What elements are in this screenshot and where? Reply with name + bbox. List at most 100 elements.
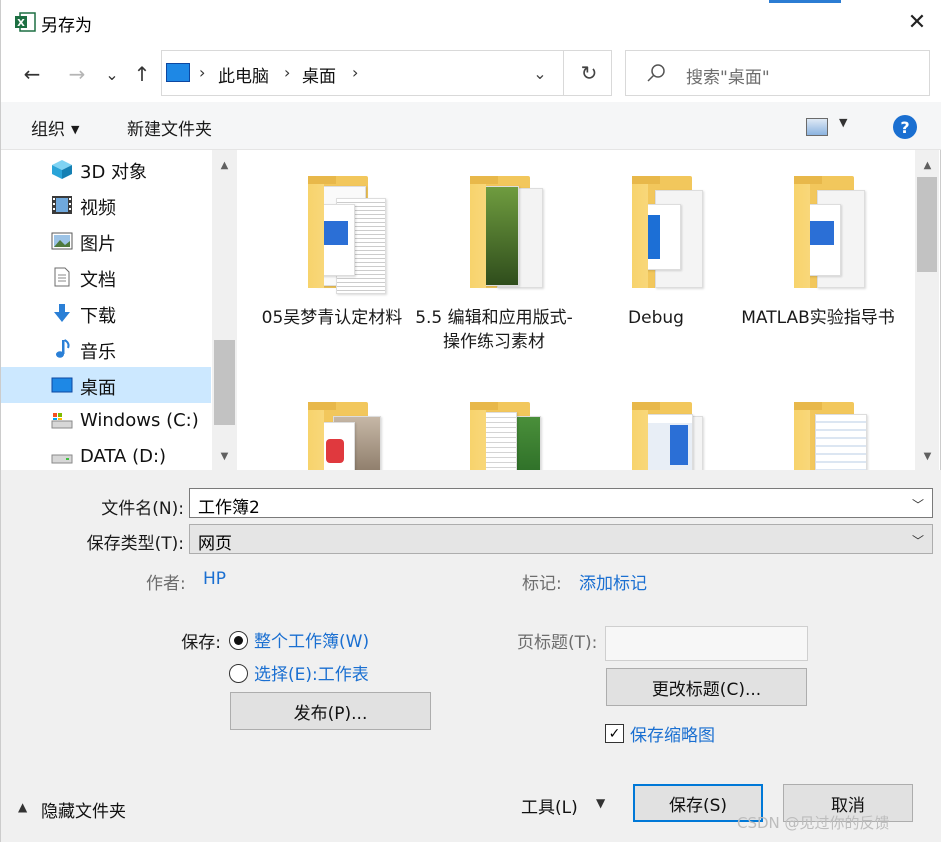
sidebar-item-label: 音乐	[80, 342, 116, 363]
back-button[interactable]: ←	[18, 60, 46, 88]
filename-value[interactable]: 工作簿2	[198, 498, 260, 518]
thumbnail-checkbox[interactable]: ✓	[605, 724, 624, 743]
page-title-label: 页标题(T):	[517, 633, 598, 653]
sidebar-item-label: DATA (D:)	[80, 446, 167, 467]
view-options-icon[interactable]	[806, 118, 828, 136]
tools-menu[interactable]: 工具(L)	[521, 793, 578, 818]
forward-button[interactable]: →	[63, 60, 91, 88]
pictures-icon	[51, 232, 73, 250]
chevron-right-icon[interactable]: ›	[284, 63, 290, 82]
file-item[interactable]	[413, 376, 575, 470]
close-button[interactable]: ✕	[892, 0, 941, 44]
chevron-right-icon[interactable]: ›	[352, 63, 358, 82]
breadcrumb-this-pc[interactable]: 此电脑	[218, 62, 269, 87]
sidebar-item-desktop[interactable]: 桌面	[1, 367, 211, 403]
folder-icon	[615, 402, 703, 470]
author-value[interactable]: HP	[203, 569, 226, 589]
window-title: 另存为	[41, 16, 92, 36]
organize-label: 组织	[31, 120, 65, 140]
sidebar-item-label: 3D 对象	[80, 162, 148, 183]
file-item[interactable]: Debug	[575, 150, 737, 390]
caret-down-icon[interactable]: ▼	[839, 116, 847, 129]
scroll-down-icon[interactable]: ▼	[919, 448, 936, 465]
selection-label[interactable]: 选择(E):工作表	[254, 660, 369, 685]
refresh-button[interactable]: ↻	[573, 59, 605, 87]
scroll-down-icon[interactable]: ▼	[216, 448, 233, 465]
file-item[interactable]	[575, 376, 737, 470]
change-title-button[interactable]: 更改标题(C)...	[606, 668, 807, 706]
sidebar-item-downloads[interactable]: 下载	[1, 295, 211, 331]
save-scope-label: 保存:	[181, 633, 221, 653]
folder-icon	[291, 176, 386, 296]
chevron-up-icon[interactable]: ▲	[18, 800, 27, 814]
filename-field[interactable]: 工作簿2 ﹀	[189, 488, 933, 518]
help-icon[interactable]: ?	[893, 115, 917, 139]
sidebar-item-videos[interactable]: 视频	[1, 187, 211, 223]
recent-locations-button[interactable]: ⌄	[98, 60, 126, 88]
breadcrumb-desktop[interactable]: 桌面	[302, 62, 336, 87]
publish-button[interactable]: 发布(P)...	[230, 692, 431, 730]
entire-workbook-label[interactable]: 整个工作簿(W)	[254, 627, 369, 652]
address-bar[interactable]: › 此电脑 › 桌面 › ⌄ ↻	[161, 50, 612, 96]
sidebar-scrollbar[interactable]: ▲ ▼	[212, 150, 237, 470]
save-options-panel: 文件名(N): 工作簿2 ﹀ 保存类型(T): 网页 ﹀ 作者: HP 标记: …	[1, 470, 941, 842]
file-name: Debug	[628, 308, 684, 328]
search-input[interactable]: 搜索"桌面"	[686, 63, 770, 88]
organize-menu[interactable]: 组织 ▼	[31, 115, 79, 140]
add-tags-link[interactable]: 添加标记	[579, 569, 647, 594]
entire-workbook-radio[interactable]	[229, 631, 248, 650]
file-item[interactable]: MATLAB实验指导书	[737, 150, 899, 390]
filetype-label: 保存类型(T):	[86, 534, 184, 554]
sidebar-item-3d-objects[interactable]: 3D 对象	[1, 151, 211, 187]
drive-icon	[51, 454, 73, 464]
caret-down-icon[interactable]: ▼	[596, 796, 605, 810]
sidebar-item-music[interactable]: 音乐	[1, 331, 211, 367]
svg-text:X: X	[17, 18, 25, 29]
save-as-dialog: X 另存为 ✕ ← → ⌄ ↑ › 此电脑 › 桌面 › ⌄ ↻ 搜索"桌面"	[0, 0, 941, 842]
chevron-right-icon[interactable]: ›	[199, 63, 205, 82]
file-item[interactable]	[251, 376, 413, 470]
title-bar: X 另存为 ✕	[1, 0, 941, 44]
this-pc-icon	[166, 63, 190, 82]
sidebar-item-label: 视频	[80, 198, 116, 219]
scroll-up-icon[interactable]: ▲	[919, 157, 936, 174]
thumbnail-label[interactable]: 保存缩略图	[630, 721, 715, 746]
sidebar-item-drive-c[interactable]: Windows (C:)	[1, 403, 211, 439]
filetype-value: 网页	[198, 534, 232, 554]
address-divider	[563, 51, 564, 95]
excel-icon: X	[15, 12, 36, 32]
drive-icon	[51, 413, 73, 429]
file-list-scrollbar[interactable]: ▲ ▼	[915, 150, 939, 470]
chevron-down-icon[interactable]: ﹀	[912, 532, 924, 549]
sidebar-item-drive-d[interactable]: DATA (D:)	[1, 439, 211, 470]
file-item[interactable]: 05吴梦青认定材料	[251, 150, 413, 390]
sidebar-item-pictures[interactable]: 图片	[1, 223, 211, 259]
folder-icon	[453, 402, 541, 470]
address-dropdown-icon[interactable]: ⌄	[527, 59, 553, 87]
file-list: 05吴梦青认定材料 5.5 编辑和应用版式-操作练习素材 Debug MATLA…	[239, 150, 915, 470]
music-icon	[56, 339, 70, 358]
caret-down-icon: ▼	[71, 123, 80, 136]
sidebar-item-documents[interactable]: 文档	[1, 259, 211, 295]
downloads-icon	[54, 304, 70, 322]
up-button[interactable]: ↑	[128, 60, 156, 88]
watermark: CSDN @见过你的反馈	[737, 814, 890, 832]
navigation-pane: 3D 对象 视频 图片 文档 下载 音乐 桌面 Windows (C:) DAT…	[1, 150, 237, 470]
video-icon	[52, 196, 72, 214]
scrollbar-thumb[interactable]	[214, 340, 235, 425]
documents-icon	[54, 267, 70, 287]
desktop-icon	[51, 377, 73, 393]
search-box[interactable]: 搜索"桌面"	[625, 50, 930, 96]
filetype-select[interactable]: 网页 ﹀	[189, 524, 933, 554]
file-item[interactable]: 5.5 编辑和应用版式-操作练习素材	[413, 150, 575, 390]
scrollbar-thumb[interactable]	[917, 177, 937, 272]
new-folder-button[interactable]: 新建文件夹	[127, 115, 212, 140]
scroll-up-icon[interactable]: ▲	[216, 157, 233, 174]
sidebar-item-label: 图片	[80, 234, 116, 255]
hide-folders-toggle[interactable]: 隐藏文件夹	[41, 797, 126, 822]
folder-icon	[777, 402, 867, 470]
chevron-down-icon[interactable]: ﹀	[912, 496, 924, 513]
file-item[interactable]	[737, 376, 899, 470]
selection-radio[interactable]	[229, 664, 248, 683]
page-title-field	[605, 626, 808, 661]
